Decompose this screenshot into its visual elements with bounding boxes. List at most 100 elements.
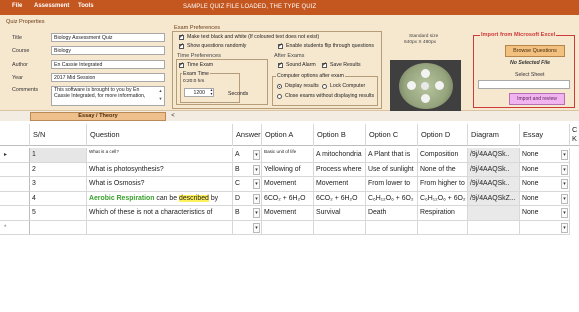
course-field[interactable]: Biology [51, 46, 165, 55]
option-d-cell-text: Respiration [420, 209, 455, 216]
option-a-cell[interactable]: Yellowing of [262, 162, 314, 177]
random-questions-checkbox[interactable] [179, 42, 184, 49]
close-exam-radio[interactable] [277, 94, 282, 99]
new-row-option-b-cell[interactable] [314, 220, 366, 235]
option-a-cell[interactable]: 6CO₂ + 6H₂O [262, 191, 314, 206]
diagram-cell[interactable]: /9j/4AAQSkZ... [468, 191, 520, 206]
column-header-option-b[interactable]: Option B [314, 124, 366, 146]
question-cell[interactable]: Aerobic Respiration can be described by [87, 191, 233, 206]
dropdown-arrow-icon[interactable]: ▾ [253, 179, 260, 189]
diagram-cell[interactable]: /9j/4AAQSk.. [468, 162, 520, 177]
row-header[interactable] [0, 177, 30, 192]
sn-cell[interactable]: 2 [30, 162, 87, 177]
option-d-cell[interactable]: Respiration [418, 206, 468, 221]
tab-essay-theory[interactable]: Essay / Theory [30, 112, 166, 121]
option-a-cell[interactable]: Movement [262, 177, 314, 192]
column-header-option-c[interactable]: Option C [366, 124, 418, 146]
menu-tools[interactable]: Tools [78, 3, 94, 9]
menu-assessment[interactable]: Assessment [34, 3, 69, 9]
option-a-cell[interactable]: Movement [262, 206, 314, 221]
question-cell[interactable]: Which of these is not a characteristics … [87, 206, 233, 221]
question-cell[interactable]: What is Osmosis? [87, 177, 233, 192]
menu-file[interactable]: File [12, 3, 22, 9]
title-field[interactable]: Biology Assessment Quiz [51, 33, 165, 42]
option-d-cell[interactable]: C₆H₁₂O₆ + 6O₂ [418, 191, 468, 206]
sn-cell[interactable]: 3 [30, 177, 87, 192]
option-d-cell[interactable]: Composition [418, 148, 468, 163]
seconds-label: Seconds [228, 91, 249, 97]
dropdown-arrow-icon[interactable]: ▾ [253, 208, 260, 218]
column-header-answer[interactable]: Answer [233, 124, 262, 146]
sn-cell[interactable]: 4 [30, 191, 87, 206]
save-results-checkbox[interactable] [322, 61, 327, 68]
column-header-extra[interactable]: CK [570, 124, 579, 146]
option-b-cell[interactable]: Survival [314, 206, 366, 221]
seconds-spinner[interactable]: ▲ ▼ [209, 88, 214, 96]
sn-cell[interactable]: 5 [30, 206, 87, 221]
sound-alarm-checkbox[interactable] [278, 61, 283, 68]
time-exam-checkbox[interactable] [179, 61, 184, 68]
option-b-cell[interactable]: 6CO₂ + 6H₂O [314, 191, 366, 206]
dropdown-arrow-icon[interactable]: ▾ [561, 193, 568, 204]
option-c-cell[interactable]: A Plant that is [366, 148, 418, 163]
option-c-cell[interactable]: From lower to [366, 177, 418, 192]
flip-questions-checkbox[interactable] [278, 42, 283, 49]
title-bar: File Assessment Tools SAMPLE QUIZ FILE L… [0, 0, 579, 15]
new-row-option-d-cell[interactable] [418, 220, 468, 235]
question-cell[interactable]: What is a cell? [87, 148, 233, 163]
new-row-question-cell[interactable] [87, 220, 233, 235]
after-exams-header: After Exams [274, 53, 305, 59]
column-header-option-a[interactable]: Option A [262, 124, 314, 146]
diagram-cell[interactable]: /9j/4AAQSk.. [468, 177, 520, 192]
dropdown-arrow-icon[interactable]: ▾ [253, 193, 260, 204]
row-header[interactable] [0, 206, 30, 221]
import-review-button[interactable]: Import and review [509, 93, 565, 105]
question-cell[interactable]: What is photosynthesis? [87, 162, 233, 177]
comments-field[interactable]: This software is brought to you by En Ca… [51, 86, 165, 106]
dropdown-arrow-icon[interactable]: ▾ [561, 208, 568, 218]
lock-computer-radio[interactable] [322, 84, 327, 89]
option-b-cell[interactable]: Process where [314, 162, 366, 177]
question-image-preview[interactable] [390, 60, 461, 112]
row-header[interactable] [0, 162, 30, 177]
display-results-radio[interactable] [277, 84, 282, 89]
option-d-cell[interactable]: From higher to [418, 177, 468, 192]
dropdown-arrow-icon[interactable]: ▾ [561, 150, 568, 160]
quiz-properties-header: Quiz Properties [6, 19, 45, 25]
option-b-cell[interactable]: Movement [314, 177, 366, 192]
new-row-option-a-cell[interactable] [262, 220, 314, 235]
option-a-cell[interactable]: Basic unit of life [262, 148, 314, 163]
option-c-cell[interactable]: C₆H₁₂O₆ + 6O₂ [366, 191, 418, 206]
diagram-cell[interactable] [468, 206, 520, 221]
option-c-cell[interactable]: Death [366, 206, 418, 221]
option-b-cell[interactable]: A mitochondria [314, 148, 366, 163]
year-field[interactable]: 2017 Mid Session [51, 73, 165, 82]
new-row-diagram-cell[interactable] [468, 220, 520, 235]
comments-scrollbar[interactable]: ▲ ▼ [157, 87, 164, 105]
column-header-diagram[interactable]: Diagram [468, 124, 520, 146]
option-d-cell[interactable]: None of the [418, 162, 468, 177]
browse-questions-button[interactable]: Browse Questions [505, 45, 565, 57]
dropdown-arrow-icon[interactable]: ▾ [561, 222, 568, 233]
column-header-sn[interactable]: S/N [30, 124, 87, 146]
sheet-select[interactable] [478, 80, 570, 89]
dropdown-arrow-icon[interactable]: ▾ [253, 164, 260, 175]
column-header-option-d[interactable]: Option D [418, 124, 468, 146]
dropdown-arrow-icon[interactable]: ▾ [253, 222, 260, 233]
dropdown-arrow-icon[interactable]: ▾ [253, 150, 260, 160]
column-header-question[interactable]: Question [87, 124, 233, 146]
author-field[interactable]: En Cassie Integrated [51, 60, 165, 69]
row-header[interactable] [0, 191, 30, 206]
option-c-cell[interactable]: Use of sunlight [366, 162, 418, 177]
row-header[interactable]: ▸ [0, 148, 30, 163]
tab-scroll-left-icon[interactable]: < [168, 112, 178, 120]
sn-cell[interactable]: 1 [30, 148, 87, 163]
new-row-sn-cell[interactable] [30, 220, 87, 235]
new-row-option-c-cell[interactable] [366, 220, 418, 235]
dropdown-arrow-icon[interactable]: ▾ [561, 164, 568, 175]
black-white-checkbox[interactable] [179, 33, 184, 40]
diagram-cell[interactable]: /9j/4AAQSk.. [468, 148, 520, 163]
column-header-essay[interactable]: Essay [520, 124, 570, 146]
dropdown-arrow-icon[interactable]: ▾ [561, 179, 568, 189]
new-row-header[interactable]: * [0, 220, 30, 235]
